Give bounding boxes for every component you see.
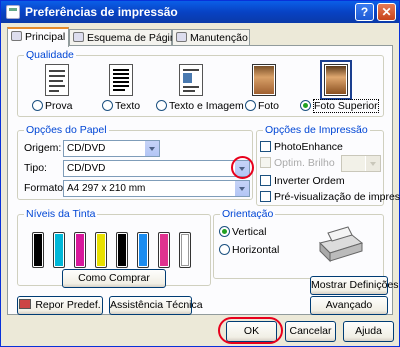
checkbox-label: Optim. Brilho: [274, 157, 335, 169]
button-label: Repor Predef.: [35, 299, 101, 311]
inverter-ordem-checkbox[interactable]: Inverter Ordem: [260, 175, 345, 187]
orientation-title: Orientação: [220, 208, 276, 220]
checkbox-label: Inverter Ordem: [274, 175, 345, 187]
text-icon: [109, 64, 133, 96]
printer-doc-icon: [11, 31, 22, 41]
highlight-circle: [231, 156, 254, 179]
orientation-group: Orientação Vertical Horizontal: [213, 208, 384, 279]
quality-text-image-radio[interactable]: Texto e Imagem: [156, 100, 244, 112]
ink-fill: [97, 234, 105, 266]
tab-manutencao[interactable]: Manutenção: [172, 29, 250, 46]
quality-group: Qualidade Prova Texto Texto e Imagem Fot…: [17, 49, 384, 117]
help-dialog-button[interactable]: Ajuda: [343, 321, 394, 342]
printer-illustration-icon: [319, 226, 364, 263]
orientation-horizontal-radio[interactable]: Horizontal: [219, 244, 279, 256]
text-image-icon: [179, 64, 203, 96]
optim-brilho-checkbox[interactable]: Optim. Brilho: [260, 157, 335, 169]
print-options-group: Opções de Impressão PhotoEnhance Optim. …: [256, 124, 400, 206]
how-to-buy-button[interactable]: Como Comprar: [62, 269, 166, 288]
best-photo-icon: [320, 60, 352, 100]
radio-label: Foto Superior: [313, 99, 379, 113]
help-button[interactable]: ?: [355, 3, 374, 21]
radio-label: Vertical: [232, 226, 267, 238]
ink-cartridge: [74, 232, 86, 268]
formato-label: Formato:: [24, 182, 67, 194]
tab-label: Manutenção: [190, 32, 248, 44]
tab-label: Esquema de Página: [87, 32, 182, 44]
title-bar: Preferências de impressão ? ✕: [1, 1, 399, 23]
ink-cartridge: [53, 232, 65, 268]
paper-options-title: Opções do Papel: [24, 124, 109, 136]
tools-icon: [176, 32, 187, 42]
ink-fill: [55, 234, 63, 266]
highlight-ok-circle: [218, 317, 283, 344]
tab-principal[interactable]: Principal: [7, 27, 69, 47]
restore-defaults-button[interactable]: Repor Predef.: [17, 296, 103, 315]
select-value: A4 297 x 210 mm: [67, 183, 146, 194]
ink-fill: [34, 234, 42, 266]
quality-photo-radio[interactable]: Foto: [245, 100, 279, 112]
quality-title: Qualidade: [24, 49, 76, 61]
origem-label: Origem:: [24, 142, 62, 154]
tipo-label: Tipo:: [24, 162, 47, 174]
chevron-down-icon: [234, 181, 249, 196]
ink-levels-group: Níveis da Tinta Como Comprar: [17, 208, 211, 288]
ink-fill: [181, 234, 189, 266]
cancel-button[interactable]: Cancelar: [285, 321, 336, 342]
chevron-down-icon: [144, 141, 159, 156]
ink-fill: [139, 234, 147, 266]
ink-fill: [160, 234, 168, 266]
draft-icon: [45, 64, 69, 96]
window-title: Preferências de impressão: [25, 5, 178, 19]
tipo-select[interactable]: CD/DVD: [63, 160, 250, 177]
radio-label: Foto: [258, 100, 280, 112]
select-value: CD/DVD: [67, 143, 106, 154]
radio-label: Texto e Imagem: [169, 100, 244, 112]
printer-icon: [6, 5, 20, 19]
tab-panel: Qualidade Prova Texto Texto e Imagem Fot…: [7, 45, 400, 315]
formato-select[interactable]: A4 297 x 210 mm: [63, 180, 250, 197]
orientation-vertical-radio[interactable]: Vertical: [219, 226, 266, 238]
layout-icon: [73, 32, 84, 42]
quality-draft-radio[interactable]: Prova: [32, 100, 72, 112]
quality-best-photo-radio[interactable]: Foto Superior: [300, 99, 379, 113]
radio-label: Prova: [45, 100, 73, 112]
ink-cartridge: [95, 232, 107, 268]
print-options-title: Opções de Impressão: [263, 124, 370, 136]
radio-label: Texto: [115, 100, 141, 112]
ink-cartridge: [179, 232, 191, 268]
checkbox-label: Pré-visualização de impressão: [274, 191, 400, 203]
checkbox-label: PhotoEnhance: [274, 141, 343, 153]
photo-icon: [252, 64, 276, 96]
technical-support-button[interactable]: Assistência Técnica: [109, 296, 203, 315]
select-value: CD/DVD: [67, 163, 106, 174]
advanced-button[interactable]: Avançado: [310, 296, 388, 315]
quality-text-radio[interactable]: Texto: [102, 100, 140, 112]
paper-options-group: Opções do Papel Origem: CD/DVD Tipo: CD/…: [17, 124, 254, 200]
tab-label: Principal: [25, 31, 66, 43]
ink-cartridge: [158, 232, 170, 268]
show-settings-button[interactable]: Mostrar Definições: [310, 276, 399, 295]
restore-icon: [19, 299, 32, 309]
ink-cartridge: [32, 232, 44, 268]
ink-cartridge: [137, 232, 149, 268]
tab-esquema-de-pagina[interactable]: Esquema de Página: [69, 29, 182, 46]
chevron-down-icon: [365, 156, 380, 171]
brilho-select[interactable]: [341, 155, 381, 172]
origem-select[interactable]: CD/DVD: [63, 140, 160, 157]
preview-checkbox[interactable]: Pré-visualização de impressão: [260, 191, 400, 203]
ink-cartridge: [116, 232, 128, 268]
radio-label: Horizontal: [232, 244, 280, 256]
ink-fill: [118, 234, 126, 266]
ink-fill: [76, 234, 84, 266]
ink-levels-title: Níveis da Tinta: [24, 208, 98, 220]
photo-enhance-checkbox[interactable]: PhotoEnhance: [260, 141, 343, 153]
close-button[interactable]: ✕: [377, 3, 396, 21]
print-preferences-window: Preferências de impressão ? ✕ Principal …: [0, 0, 400, 347]
